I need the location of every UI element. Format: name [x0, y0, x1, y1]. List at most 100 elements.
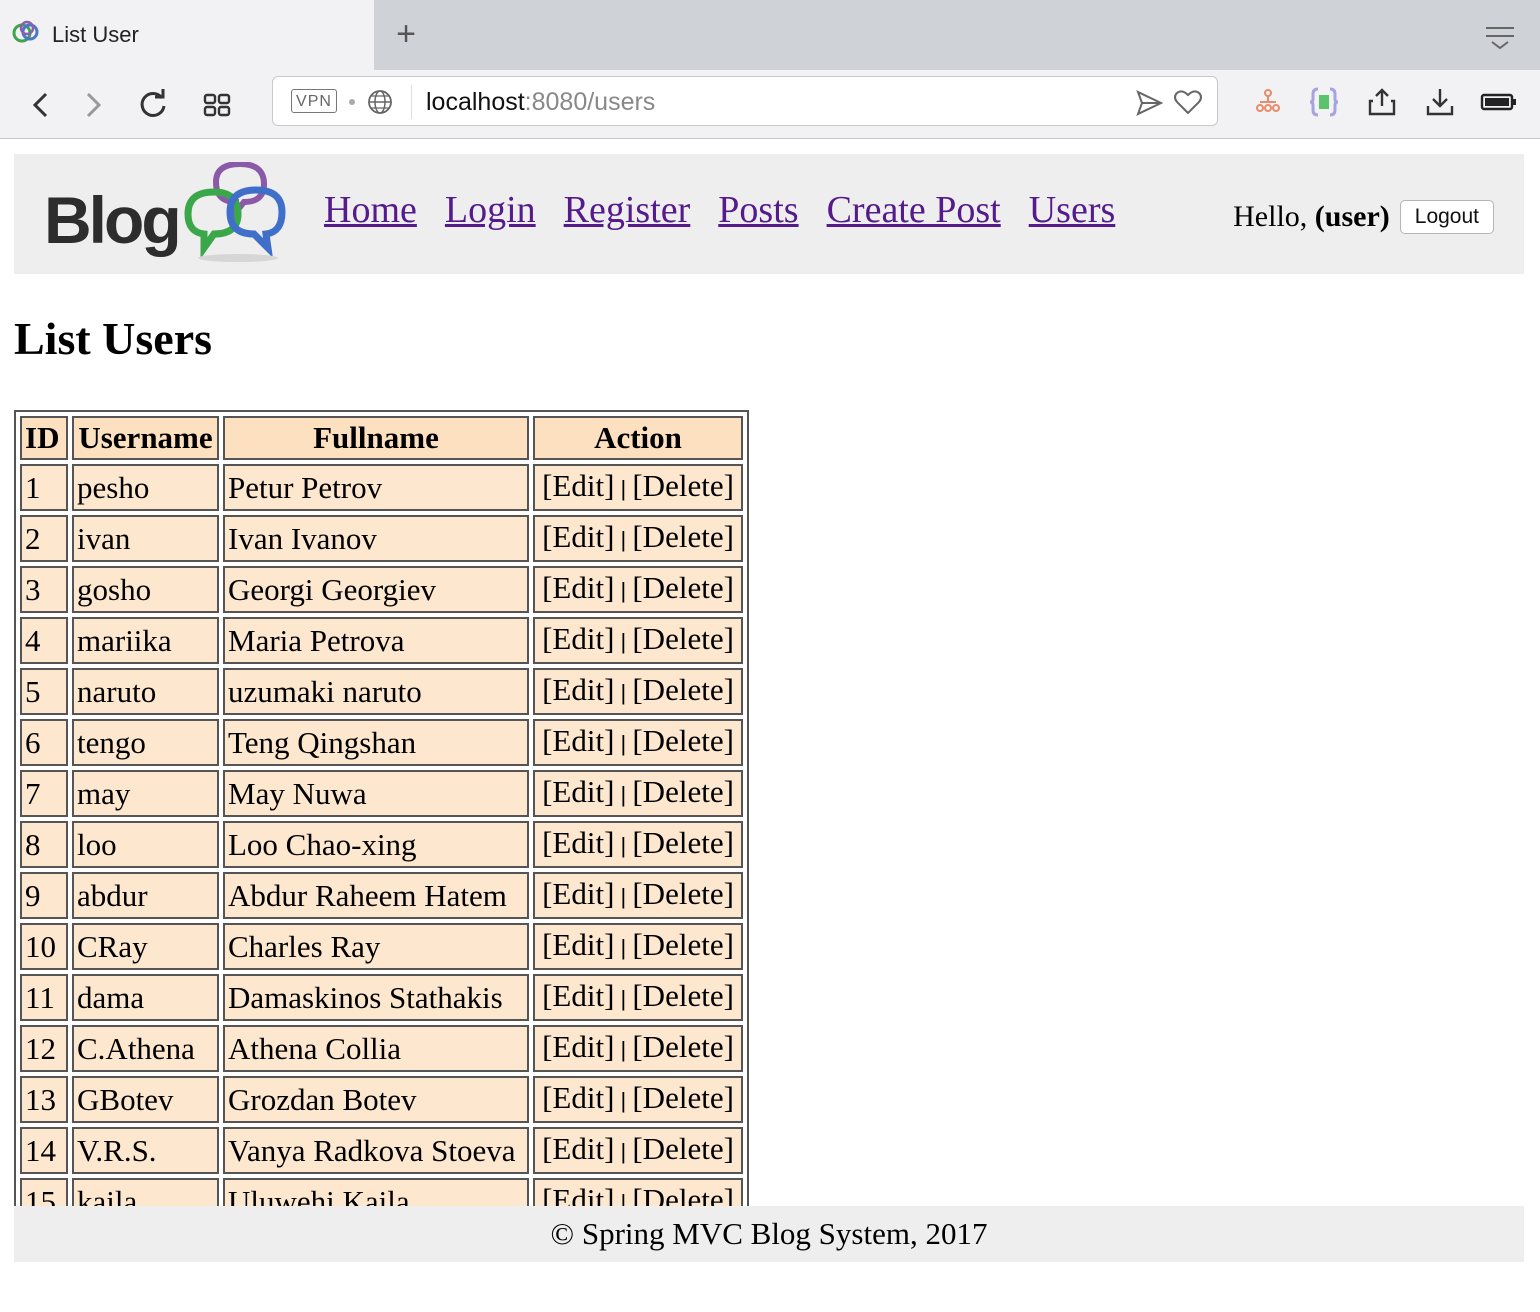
cell-action: [Edit] | [Delete]: [533, 515, 743, 562]
action-separator: |: [614, 476, 633, 501]
edit-link[interactable]: [Edit]: [542, 1029, 614, 1064]
edit-link[interactable]: [Edit]: [542, 468, 614, 503]
edit-link[interactable]: [Edit]: [542, 927, 614, 962]
delete-link[interactable]: [Delete]: [632, 468, 734, 503]
delete-link[interactable]: [Delete]: [632, 1080, 734, 1115]
cell-fullname: Grozdan Botev: [223, 1076, 529, 1123]
delete-link[interactable]: [Delete]: [632, 825, 734, 860]
extension-network-icon[interactable]: [1252, 86, 1284, 118]
cell-username: tengo: [72, 719, 219, 766]
logout-button[interactable]: Logout: [1399, 200, 1494, 234]
delete-link[interactable]: [Delete]: [632, 927, 734, 962]
users-table: ID Username Fullname Action 1 pesho Petur …: [14, 410, 749, 1231]
cell-username: pesho: [72, 464, 219, 511]
bookmark-heart-icon[interactable]: [1173, 88, 1203, 116]
delete-link[interactable]: [Delete]: [632, 876, 734, 911]
edit-link[interactable]: [Edit]: [542, 825, 614, 860]
action-separator: |: [614, 986, 633, 1011]
user-greeting-area: Hello, (user) Logout: [1233, 200, 1494, 234]
new-tab-button[interactable]: +: [388, 17, 424, 54]
globe-icon[interactable]: [367, 89, 393, 115]
cell-fullname: uzumaki naruto: [223, 668, 529, 715]
edit-link[interactable]: [Edit]: [542, 570, 614, 605]
cell-id: 7: [20, 770, 68, 817]
site-header: Blog Home Login Register Posts Create Po…: [14, 154, 1524, 274]
cell-username: GBotev: [72, 1076, 219, 1123]
edit-link[interactable]: [Edit]: [542, 519, 614, 554]
cell-id: 9: [20, 872, 68, 919]
nav-register-link[interactable]: Register: [564, 188, 691, 232]
nav-login-link[interactable]: Login: [445, 188, 536, 232]
cell-fullname: Teng Qingshan: [223, 719, 529, 766]
cell-action: [Edit] | [Delete]: [533, 719, 743, 766]
table-row: 9 abdur Abdur Raheem Hatem [Edit] | [Delete…: [20, 872, 743, 919]
nav-users-link[interactable]: Users: [1029, 188, 1116, 232]
cell-fullname: Maria Petrova: [223, 617, 529, 664]
table-row: 14 V.R.S. Vanya Radkova Stoeva [Edit] | [De…: [20, 1127, 743, 1174]
delete-link[interactable]: [Delete]: [632, 978, 734, 1013]
browser-tab[interactable]: List User: [0, 0, 374, 70]
nav-home-link[interactable]: Home: [324, 188, 417, 232]
cell-id: 8: [20, 821, 68, 868]
delete-link[interactable]: [Delete]: [632, 1131, 734, 1166]
tabs-menu-icon[interactable]: [1480, 22, 1520, 52]
nav-posts-link[interactable]: Posts: [718, 188, 798, 232]
download-icon[interactable]: [1424, 86, 1456, 118]
cell-action: [Edit] | [Delete]: [533, 668, 743, 715]
table-row: 3 gosho Georgi Georgiev [Edit] | [Delete]: [20, 566, 743, 613]
edit-link[interactable]: [Edit]: [542, 672, 614, 707]
table-row: 4 mariika Maria Petrova [Edit] | [Delete]: [20, 617, 743, 664]
hello-text: Hello,: [1233, 200, 1315, 233]
address-bar[interactable]: VPN localhost:8080/users: [272, 76, 1218, 126]
cell-id: 3: [20, 566, 68, 613]
cell-action: [Edit] | [Delete]: [533, 617, 743, 664]
cell-id: 2: [20, 515, 68, 562]
delete-link[interactable]: [Delete]: [632, 621, 734, 656]
vpn-badge[interactable]: VPN: [291, 89, 337, 113]
edit-link[interactable]: [Edit]: [542, 621, 614, 656]
column-header-id: ID: [20, 416, 68, 460]
send-icon[interactable]: [1135, 89, 1163, 117]
extension-json-icon[interactable]: [1308, 86, 1340, 118]
cell-id: 14: [20, 1127, 68, 1174]
cell-fullname: Vanya Radkova Stoeva: [223, 1127, 529, 1174]
cell-username: ivan: [72, 515, 219, 562]
table-row: 13 GBotev Grozdan Botev [Edit] | [Delete]: [20, 1076, 743, 1123]
cell-action: [Edit] | [Delete]: [533, 566, 743, 613]
delete-link[interactable]: [Delete]: [632, 1029, 734, 1064]
edit-link[interactable]: [Edit]: [542, 876, 614, 911]
blog-logo[interactable]: Blog: [42, 162, 288, 266]
delete-link[interactable]: [Delete]: [632, 774, 734, 809]
delete-link[interactable]: [Delete]: [632, 519, 734, 554]
speed-dial-icon[interactable]: [198, 86, 236, 124]
cell-username: may: [72, 770, 219, 817]
delete-link[interactable]: [Delete]: [632, 570, 734, 605]
edit-link[interactable]: [Edit]: [542, 1080, 614, 1115]
main-nav: Home Login Register Posts Create Post Us…: [324, 188, 1115, 232]
table-row: 10 CRay Charles Ray [Edit] | [Delete]: [20, 923, 743, 970]
cell-action: [Edit] | [Delete]: [533, 1025, 743, 1072]
forward-icon[interactable]: [74, 86, 112, 124]
current-user-name: (user): [1314, 200, 1390, 233]
edit-link[interactable]: [Edit]: [542, 723, 614, 758]
edit-link[interactable]: [Edit]: [542, 774, 614, 809]
cell-fullname: Athena Collia: [223, 1025, 529, 1072]
cell-username: mariika: [72, 617, 219, 664]
back-icon[interactable]: [22, 86, 60, 124]
nav-create-post-link[interactable]: Create Post: [827, 188, 1001, 232]
cell-action: [Edit] | [Delete]: [533, 923, 743, 970]
delete-link[interactable]: [Delete]: [632, 723, 734, 758]
edit-link[interactable]: [Edit]: [542, 1131, 614, 1166]
edit-link[interactable]: [Edit]: [542, 978, 614, 1013]
cell-id: 12: [20, 1025, 68, 1072]
share-icon[interactable]: [1366, 86, 1398, 118]
cell-username: abdur: [72, 872, 219, 919]
cell-username: dama: [72, 974, 219, 1021]
url-text[interactable]: localhost:8080/users: [426, 88, 655, 117]
vpn-status-dot: [349, 99, 355, 105]
cell-id: 13: [20, 1076, 68, 1123]
reload-icon[interactable]: [134, 86, 172, 124]
delete-link[interactable]: [Delete]: [632, 672, 734, 707]
browser-tab-bar: List User +: [0, 0, 1540, 70]
table-row: 5 naruto uzumaki naruto [Edit] | [Delete]: [20, 668, 743, 715]
